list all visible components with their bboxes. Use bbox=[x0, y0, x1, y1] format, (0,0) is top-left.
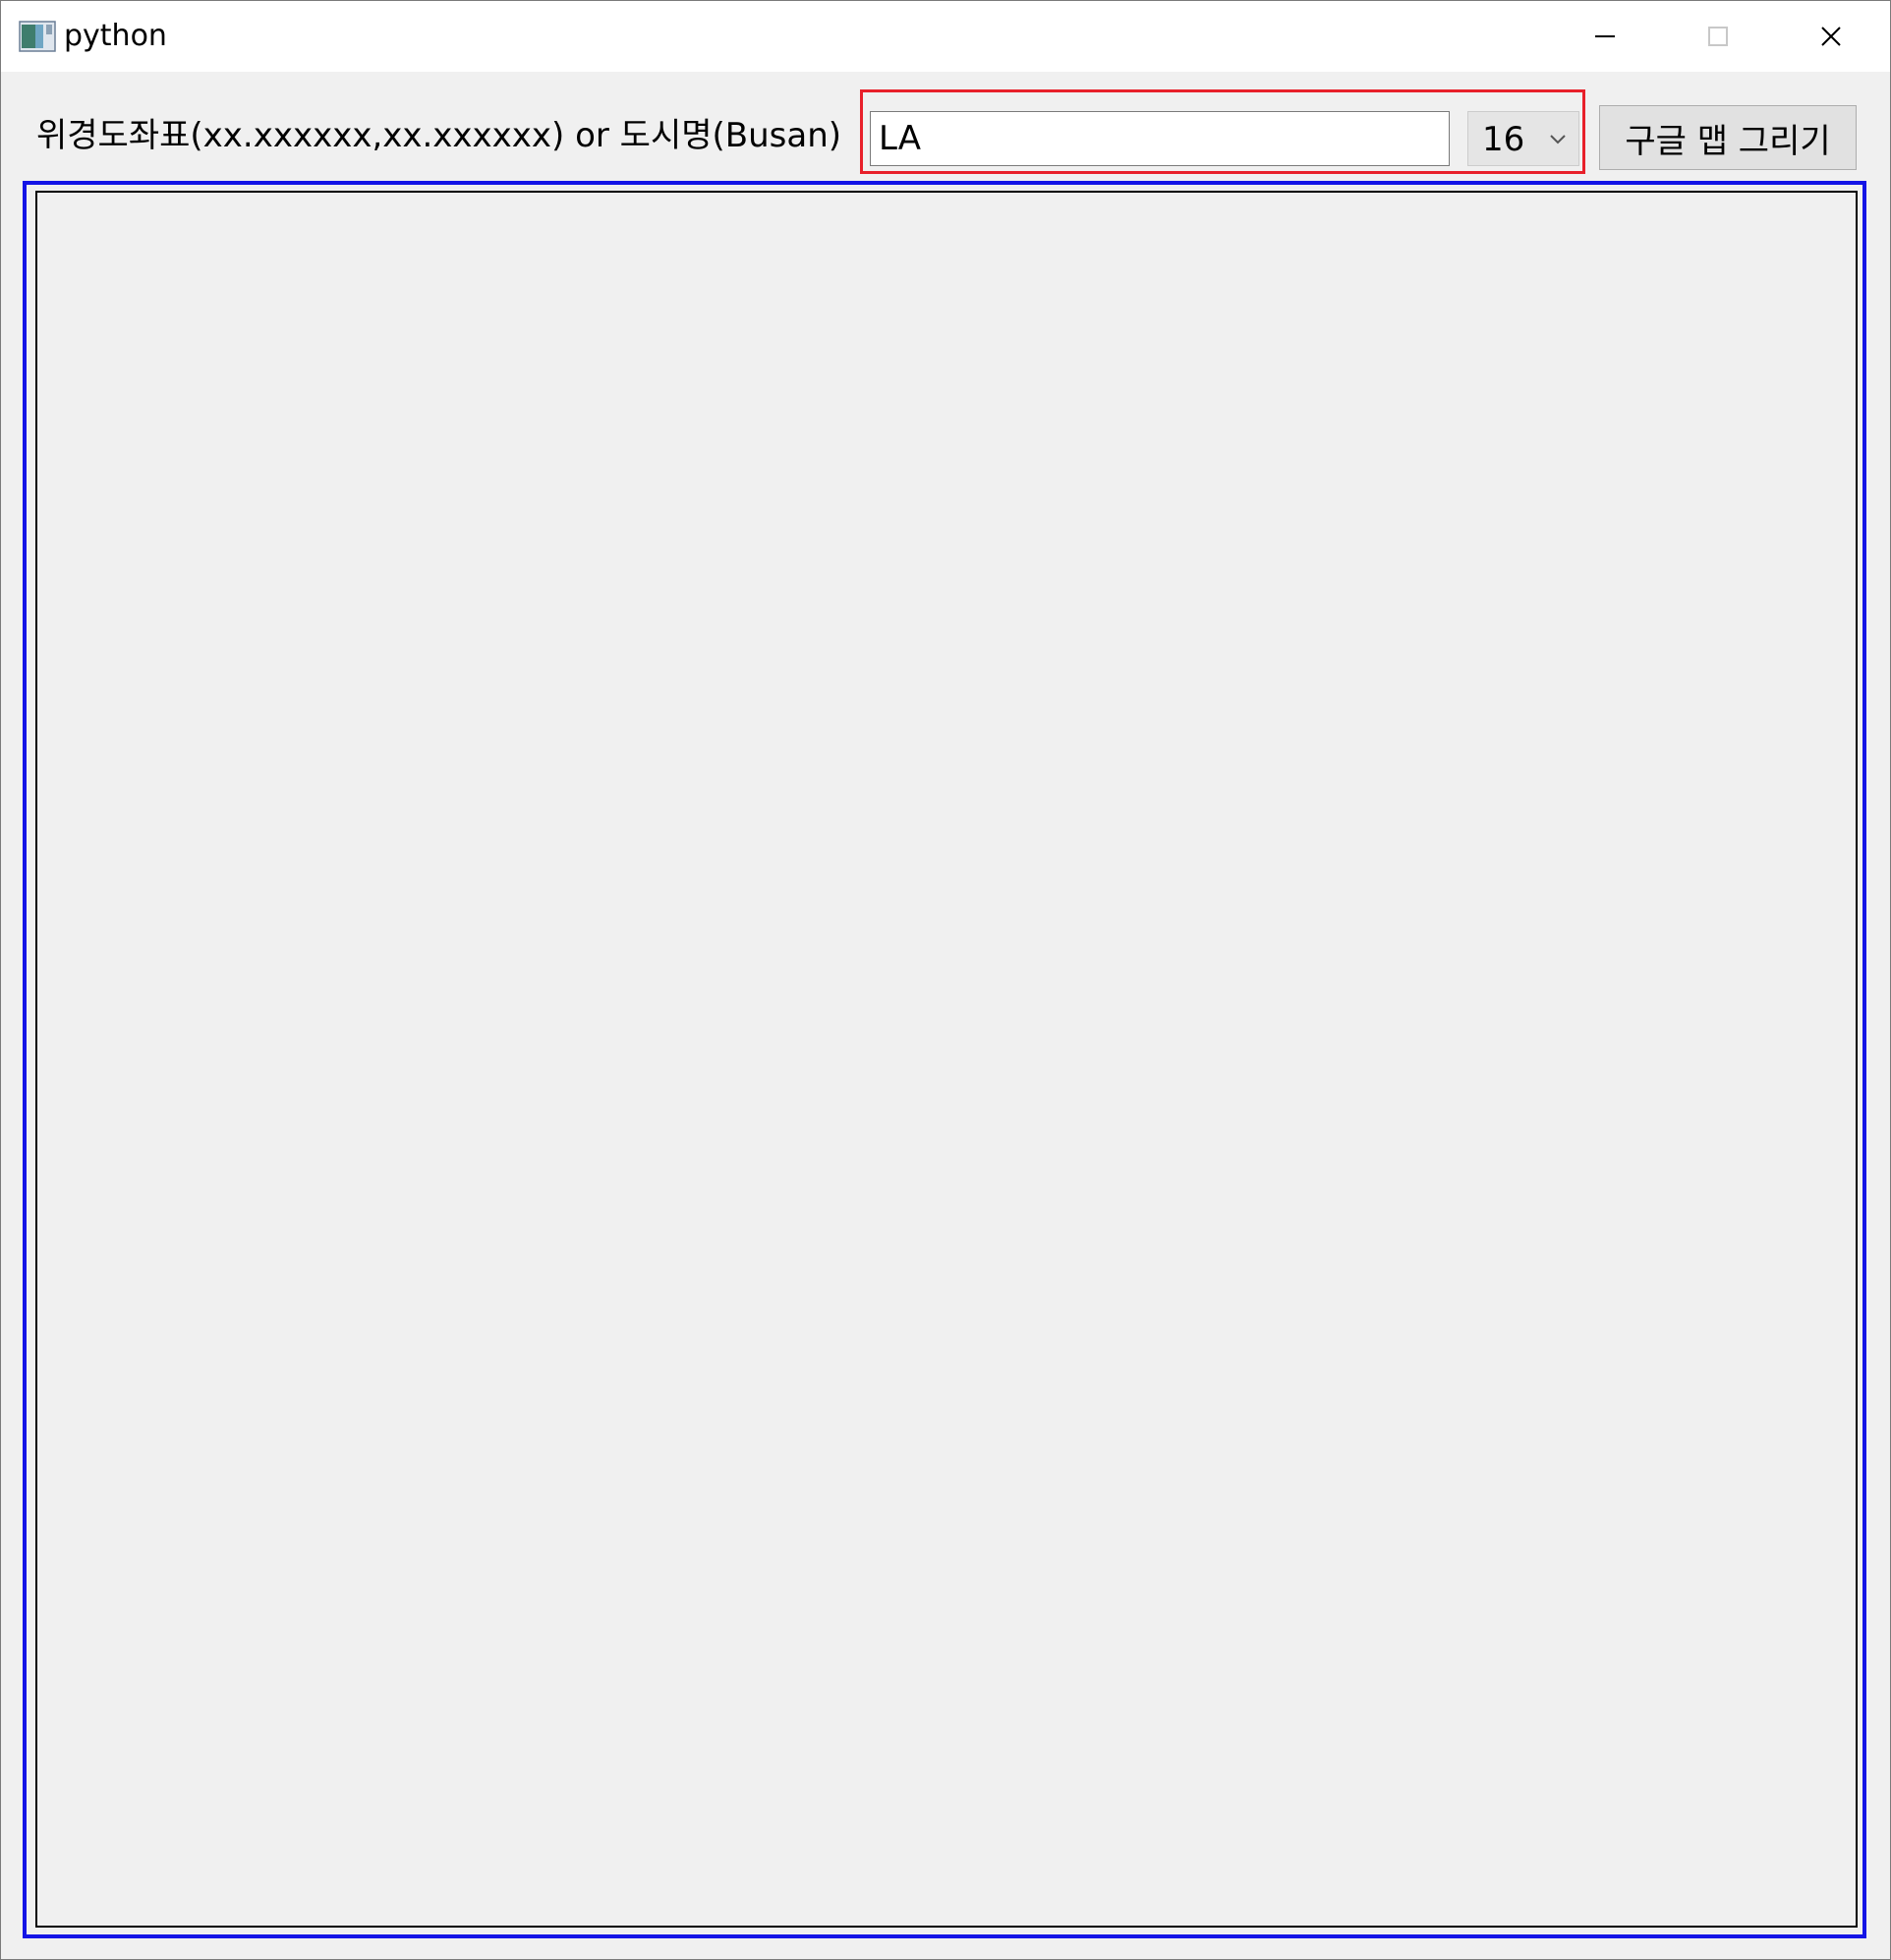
window-title: python bbox=[64, 19, 167, 53]
python-app-icon bbox=[19, 21, 56, 52]
minimize-icon bbox=[1594, 35, 1615, 37]
maximize-icon bbox=[1707, 27, 1728, 46]
zoom-level-dropdown[interactable]: 16 bbox=[1467, 111, 1579, 166]
map-display-area[interactable] bbox=[35, 191, 1858, 1928]
close-icon bbox=[1820, 27, 1841, 46]
minimize-button[interactable] bbox=[1548, 1, 1661, 72]
zoom-level-value: 16 bbox=[1482, 120, 1525, 159]
draw-google-map-button[interactable]: 구글 맵 그리기 bbox=[1599, 105, 1857, 170]
maximize-button[interactable] bbox=[1661, 1, 1774, 72]
close-button[interactable] bbox=[1774, 1, 1887, 72]
app-window: python 위경도좌표(xx.xxxxxx,xx.xxxxxx) or 도시명… bbox=[0, 0, 1891, 1960]
location-input[interactable] bbox=[870, 111, 1450, 166]
title-bar[interactable]: python bbox=[1, 1, 1890, 72]
chevron-down-icon bbox=[1550, 135, 1566, 144]
location-label: 위경도좌표(xx.xxxxxx,xx.xxxxxx) or 도시명(Busan) bbox=[36, 116, 842, 155]
